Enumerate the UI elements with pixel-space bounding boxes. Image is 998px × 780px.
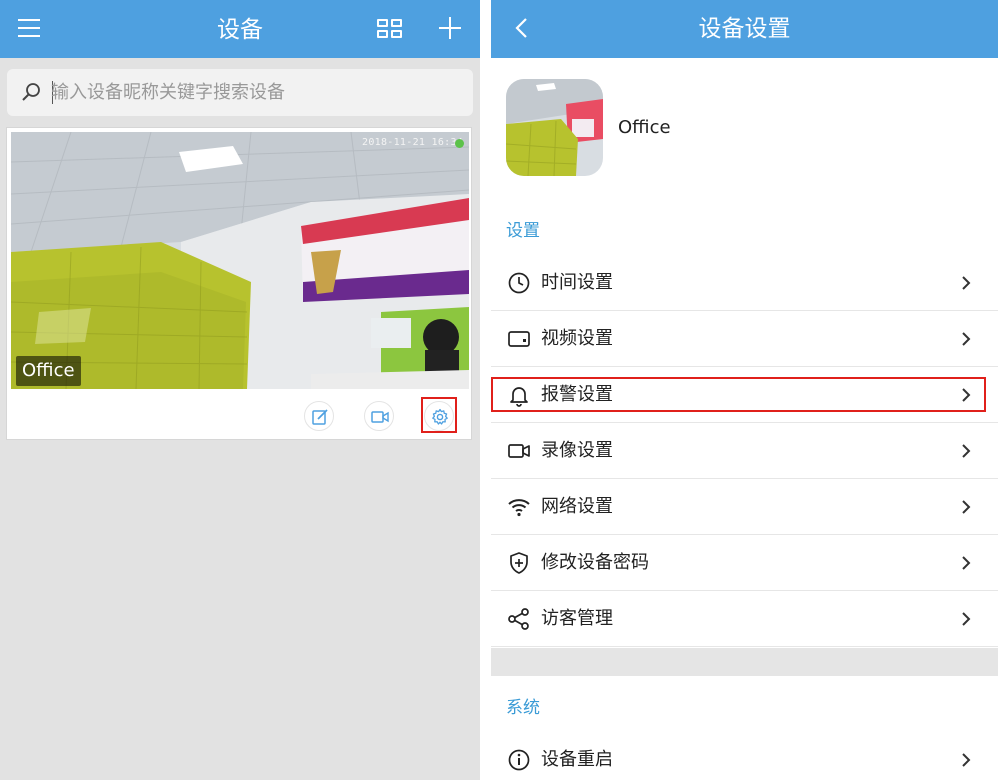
menu-item-label: 修改设备密码: [541, 552, 649, 573]
edit-button[interactable]: [304, 401, 334, 431]
chevron-right-icon: [962, 612, 971, 626]
page-title: 设备: [217, 17, 263, 43]
camera-preview[interactable]: [11, 132, 469, 389]
menu-item-recording-settings[interactable]: 录像设置: [491, 423, 998, 479]
menu-item-video-settings[interactable]: 视频设置: [491, 311, 998, 367]
wifi-icon: [508, 499, 530, 517]
device-name: Office: [618, 117, 671, 138]
section-separator: [491, 648, 998, 676]
page-title: 设备设置: [698, 16, 791, 42]
menu-item-visitor-management[interactable]: 访客管理: [491, 591, 998, 647]
device-list-screen: 设备 输入设备昵称关键字搜索设备 2018-11-21 16:34 Office: [0, 0, 480, 780]
shield-plus-icon: [510, 552, 528, 574]
menu-icon[interactable]: [18, 19, 40, 37]
highlight-box-alarm-settings: [491, 377, 986, 412]
camera-timestamp: 2018-11-21 16:34: [362, 137, 464, 148]
clock-icon: [508, 272, 530, 294]
menu-item-label: 时间设置: [541, 272, 613, 293]
grid-view-icon[interactable]: [377, 19, 402, 38]
menu-item-change-password[interactable]: 修改设备密码: [491, 535, 998, 591]
section-title-settings: 设置: [506, 221, 540, 241]
menu-item-reboot-device[interactable]: 设备重启: [491, 732, 998, 780]
video-camera-icon: [371, 411, 389, 423]
chevron-right-icon: [962, 500, 971, 514]
search-icon: [22, 83, 40, 101]
chevron-right-icon: [962, 332, 971, 346]
device-card: 2018-11-21 16:34 Office: [6, 127, 472, 440]
edit-icon: [312, 409, 328, 425]
device-card-actions: [7, 393, 471, 439]
chevron-right-icon: [962, 276, 971, 290]
highlight-box-settings: [421, 397, 457, 433]
search-input[interactable]: [51, 75, 461, 110]
device-settings-screen: 设备设置 Office 设置 时间设置 视频设置 报警设置 录像设置 网络设置 …: [491, 0, 998, 780]
menu-item-label: 设备重启: [541, 749, 613, 770]
menu-item-label: 访客管理: [541, 608, 613, 629]
section-title-system: 系统: [506, 698, 540, 718]
menu-item-label: 视频设置: [541, 328, 613, 349]
back-arrow-icon[interactable]: [511, 14, 533, 42]
online-status-dot: [455, 139, 464, 148]
chevron-right-icon: [962, 556, 971, 570]
screen-icon: [508, 331, 530, 347]
panel-divider: [480, 0, 491, 780]
camera-name-label: Office: [16, 356, 81, 386]
device-thumbnail: [506, 79, 603, 176]
video-camera-icon: [508, 444, 530, 458]
menu-item-label: 网络设置: [541, 496, 613, 517]
chevron-right-icon: [962, 444, 971, 458]
menu-item-network-settings[interactable]: 网络设置: [491, 479, 998, 535]
share-icon: [508, 608, 529, 630]
add-device-icon[interactable]: [439, 17, 461, 39]
search-bar: [7, 69, 473, 116]
menu-item-label: 录像设置: [541, 440, 613, 461]
menu-item-time-settings[interactable]: 时间设置: [491, 255, 998, 311]
record-button[interactable]: [364, 401, 394, 431]
info-icon: [508, 749, 530, 771]
screenshot: 设备 输入设备昵称关键字搜索设备 2018-11-21 16:34 Office…: [0, 0, 998, 780]
chevron-right-icon: [962, 753, 971, 767]
